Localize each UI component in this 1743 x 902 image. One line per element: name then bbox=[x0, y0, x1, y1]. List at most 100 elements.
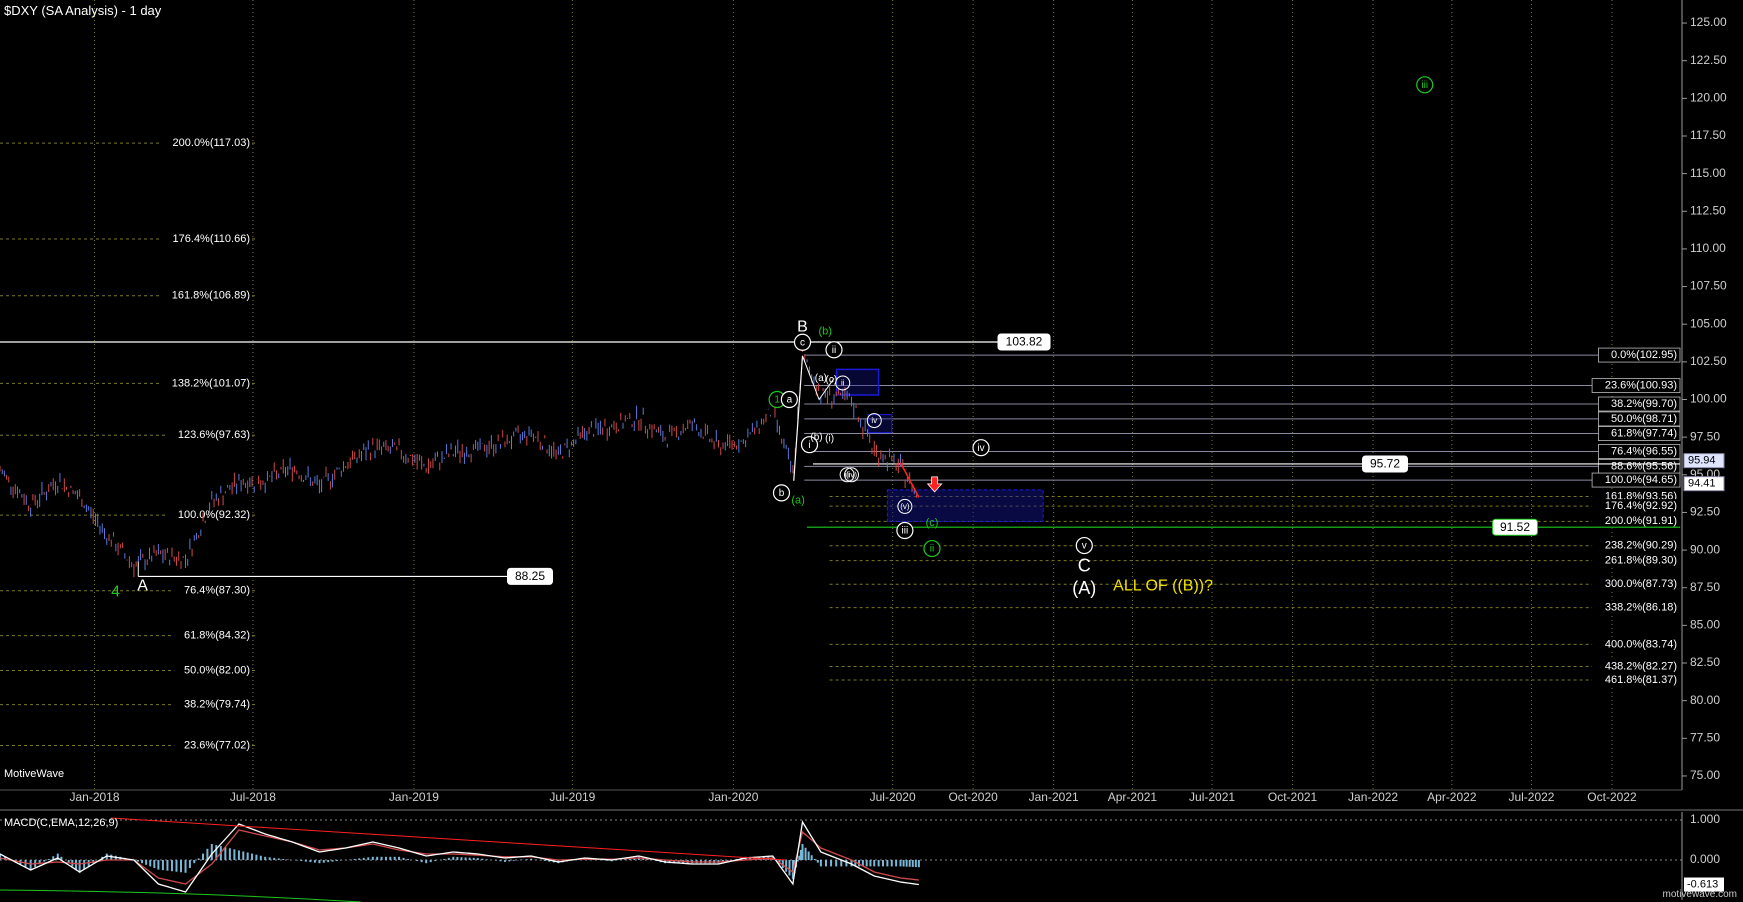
price-axis-label: 110.00 bbox=[1690, 241, 1726, 255]
time-axis-label: Jan-2018 bbox=[69, 790, 119, 804]
time-axis-label: Jul-2022 bbox=[1508, 790, 1554, 804]
time-axis-label: Jul-2021 bbox=[1189, 790, 1235, 804]
fib-extension-label: 338.2%(86.18) bbox=[1605, 602, 1677, 614]
price-axis-label: 90.00 bbox=[1690, 542, 1720, 556]
fib-left-label: 61.8%(84.32) bbox=[184, 630, 250, 642]
watermark: motivewave.com bbox=[1662, 889, 1737, 900]
fib-retrace-label: 61.8%(97.74) bbox=[1611, 427, 1677, 439]
wave-label: iv bbox=[977, 443, 984, 454]
price-axis-label: 97.50 bbox=[1690, 429, 1720, 443]
time-axis-label: Jan-2020 bbox=[708, 790, 758, 804]
time-axis-label: Jul-2019 bbox=[549, 790, 595, 804]
fib-extension-label: 238.2%(90.29) bbox=[1605, 540, 1677, 552]
wave-label: (a) bbox=[791, 494, 804, 506]
time-axis-label: Jan-2019 bbox=[389, 790, 439, 804]
price-axis-label: 82.50 bbox=[1690, 655, 1720, 669]
macd-title: MACD(C,EMA,12,26,9) bbox=[4, 817, 119, 829]
fib-left-label: 200.0%(117.03) bbox=[173, 137, 250, 149]
price-level-value: 95.72 bbox=[1370, 457, 1400, 471]
price-axis-label: 87.50 bbox=[1690, 580, 1720, 594]
time-axis-label: Apr-2022 bbox=[1427, 790, 1477, 804]
wave-label: (A) bbox=[1072, 578, 1096, 598]
wave-label: 1 bbox=[774, 395, 780, 406]
fib-extension-label: 400.0%(83.74) bbox=[1605, 638, 1677, 650]
price-chart[interactable]: 125.00 122.50 120.00 117.50 115.00 112.50 110.… bbox=[0, 0, 1743, 902]
fib-left-label: 176.4%(110.66) bbox=[173, 233, 250, 245]
fib-left-label: 50.0%(82.00) bbox=[184, 664, 250, 676]
fib-retrace-label: 23.6%(100.93) bbox=[1605, 379, 1677, 391]
wave-label: c bbox=[800, 337, 805, 348]
time-axis-label: Oct-2022 bbox=[1587, 790, 1637, 804]
wave-label: v bbox=[1082, 541, 1087, 552]
price-axis-label: 107.50 bbox=[1690, 279, 1727, 293]
fib-extension-label: 300.0%(87.73) bbox=[1605, 578, 1677, 590]
fib-retrace-label: 88.6%(95.56) bbox=[1611, 460, 1677, 472]
price-flag-value: 95.94 bbox=[1688, 455, 1716, 467]
wave-label: A bbox=[137, 577, 148, 594]
wave-label: ii bbox=[930, 544, 934, 555]
fib-retrace-label: 100.0%(94.65) bbox=[1605, 474, 1677, 486]
chart-title: $DXY (SA Analysis) - 1 day bbox=[4, 3, 162, 18]
fib-left-label: 100.0%(92.32) bbox=[178, 509, 250, 521]
wave-label: iii bbox=[844, 470, 850, 479]
price-axis-label: 77.50 bbox=[1690, 730, 1720, 744]
wave-label: (b) bbox=[819, 326, 832, 338]
price-axis-label: 100.00 bbox=[1690, 392, 1727, 406]
macd-axis-label: 0.000 bbox=[1690, 852, 1720, 866]
macd-signal-line bbox=[0, 829, 919, 885]
price-axis-label: 105.00 bbox=[1690, 316, 1727, 330]
macd-line bbox=[0, 820, 919, 893]
fib-extension-label: 200.0%(91.91) bbox=[1605, 515, 1677, 527]
wave-b-leg bbox=[793, 355, 804, 481]
time-axis-label: Oct-2020 bbox=[948, 790, 998, 804]
fib-extension-label: 176.4%(92.92) bbox=[1605, 500, 1677, 512]
time-axis-label: Jul-2018 bbox=[230, 790, 276, 804]
price-level-value: 91.52 bbox=[1500, 520, 1530, 534]
fib-retrace-label: 76.4%(96.55) bbox=[1611, 445, 1677, 457]
price-axis-label: 102.50 bbox=[1690, 354, 1727, 368]
price-axis-label: 122.50 bbox=[1690, 53, 1727, 67]
fib-left-label: 38.2%(79.74) bbox=[184, 698, 250, 710]
fib-retrace-label: 50.0%(98.71) bbox=[1611, 413, 1677, 425]
price-axis-label: 85.00 bbox=[1690, 618, 1720, 632]
wave-label: (i) bbox=[825, 433, 834, 444]
wave-label: C bbox=[1078, 555, 1091, 575]
price-axis-label: 117.50 bbox=[1690, 128, 1726, 142]
price-axis-label: 92.50 bbox=[1690, 505, 1720, 519]
price-level-value: 88.25 bbox=[515, 569, 545, 583]
chart-window: 125.00 122.50 120.00 117.50 115.00 112.50 110.… bbox=[0, 0, 1743, 902]
price-axis-label: 115.00 bbox=[1690, 166, 1726, 180]
price-axis-label: 120.00 bbox=[1690, 91, 1727, 105]
price-axis-label: 80.00 bbox=[1690, 693, 1720, 707]
target-box-large bbox=[886, 489, 1044, 522]
price-axis-label: 75.00 bbox=[1690, 768, 1720, 782]
price-axis-label: 125.00 bbox=[1690, 15, 1727, 29]
fib-left-label: 161.8%(106.89) bbox=[172, 290, 250, 302]
wave-label: b bbox=[779, 488, 785, 499]
wave-label: iii bbox=[1421, 80, 1428, 91]
macd-support-curve bbox=[0, 889, 361, 902]
brand-label: MotiveWave bbox=[4, 768, 65, 780]
fib-extension-label: 438.2%(82.27) bbox=[1605, 660, 1677, 672]
wave-label: (v) bbox=[900, 502, 910, 511]
wave-label: (c) bbox=[926, 517, 939, 529]
wave-label: ii bbox=[841, 379, 845, 388]
time-axis-label: Jan-2021 bbox=[1029, 790, 1079, 804]
time-axis-label: Apr-2021 bbox=[1108, 790, 1158, 804]
annotation-text: ALL OF ((B))? bbox=[1113, 577, 1213, 594]
fib-extension-label: 461.8%(81.37) bbox=[1605, 674, 1677, 686]
time-axis-label: Jul-2020 bbox=[870, 790, 916, 804]
wave-label: (b) bbox=[810, 432, 822, 443]
time-axis-label: Oct-2021 bbox=[1268, 790, 1318, 804]
fib-left-label: 23.6%(77.02) bbox=[184, 739, 250, 751]
fib-retrace-label: 0.0%(102.95) bbox=[1611, 349, 1677, 361]
price-axis-label: 112.50 bbox=[1690, 203, 1726, 217]
fib-retrace-label: 38.2%(99.70) bbox=[1611, 398, 1677, 410]
wave-label: 4 bbox=[111, 583, 120, 600]
fib-left-label: 123.6%(97.63) bbox=[178, 429, 250, 441]
price-level-value: 103.82 bbox=[1006, 335, 1043, 349]
wave-label: B bbox=[797, 318, 808, 335]
time-axis-label: Jan-2022 bbox=[1348, 790, 1398, 804]
fib-extension-label: 261.8%(89.30) bbox=[1605, 555, 1677, 567]
fib-left-label: 138.2%(101.07) bbox=[172, 377, 250, 389]
